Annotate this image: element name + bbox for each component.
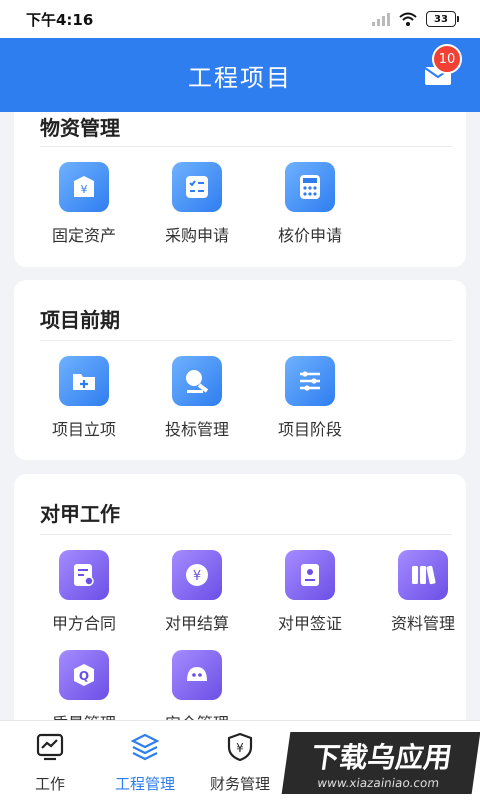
mail-button[interactable]: 10	[410, 38, 470, 112]
svg-text:¥: ¥	[81, 183, 88, 196]
grid-item-label: 项目阶段	[277, 420, 342, 439]
grid-item-label: 安全管理	[147, 710, 247, 720]
section-title: 对甲工作	[40, 502, 120, 526]
grid-item-client-contract[interactable]: 甲方合同	[34, 550, 134, 634]
nav-item-finance-management[interactable]: ¥ 财务管理	[190, 731, 290, 794]
watermark-url: www.xiazainiao.com	[316, 776, 441, 790]
status-icons: 33	[372, 11, 459, 27]
folder-plus-icon	[59, 356, 109, 406]
svg-text:¥: ¥	[193, 569, 201, 584]
grid-item-project-stage[interactable]: 项目阶段	[260, 356, 360, 440]
nav-item-project-management[interactable]: 工程管理	[95, 731, 195, 794]
wifi-icon	[399, 12, 417, 26]
grid-item-bidding[interactable]: 投标管理	[147, 356, 247, 440]
app-header: 工程项目 10	[0, 38, 480, 112]
signal-icon	[372, 12, 390, 26]
grid-item-price-request[interactable]: 核价申请	[260, 162, 360, 246]
section-title: 物资管理	[40, 116, 120, 140]
section-materials: 物资管理 ¥ 固定资产 采购申请 核价申请	[14, 112, 466, 267]
grid-item-label: 核价申请	[277, 226, 342, 245]
helmet-icon	[172, 650, 222, 700]
nav-label: 工程管理	[114, 775, 175, 793]
section-divider	[40, 146, 452, 147]
checklist-icon	[172, 162, 222, 212]
grid-item-client-visa[interactable]: 对甲签证	[260, 550, 360, 634]
nav-label: 工作	[34, 775, 65, 793]
grid-item-label: 投标管理	[164, 420, 229, 439]
layers-icon	[130, 733, 160, 761]
chart-monitor-icon	[36, 733, 64, 761]
grid-item-label: 对甲签证	[277, 614, 342, 633]
watermark-overlay: 下载乌应用 www.xiazainiao.com	[281, 732, 480, 794]
yen-shield-icon: ¥	[59, 162, 109, 212]
books-icon	[398, 550, 448, 600]
page-title: 工程项目	[188, 63, 292, 92]
grid-item-purchase-request[interactable]: 采购申请	[147, 162, 247, 246]
section-divider	[40, 534, 452, 535]
certificate-icon	[285, 550, 335, 600]
section-divider	[40, 340, 452, 341]
grid-item-label: 对甲结算	[164, 614, 229, 633]
grid-item-label: 项目立项	[51, 420, 116, 439]
hammer-icon	[172, 356, 222, 406]
section-pre-project: 项目前期 项目立项 投标管理 项目阶段	[14, 280, 466, 460]
grid-item-label: 资料管理	[390, 614, 455, 633]
grid-item-label: 甲方合同	[51, 614, 116, 633]
grid-item-safety-management[interactable]: 安全管理	[147, 650, 247, 720]
grid-item-project-approval[interactable]: 项目立项	[34, 356, 134, 440]
notification-badge: 10	[432, 44, 462, 74]
yen-circle-icon: ¥	[172, 550, 222, 600]
grid-item-quality-management[interactable]: Q 质量管理	[34, 650, 134, 720]
nav-item-work[interactable]: 工作	[0, 731, 100, 794]
status-time: 下午4:16	[26, 10, 94, 29]
grid-item-client-settlement[interactable]: ¥ 对甲结算	[147, 550, 247, 634]
quality-q-icon: Q	[59, 650, 109, 700]
nav-label: 财务管理	[209, 775, 270, 793]
svg-text:¥: ¥	[236, 741, 244, 755]
battery-indicator: 33	[426, 11, 459, 27]
grid-item-document-management[interactable]: 资料管理	[373, 550, 473, 634]
grid-item-label: 质量管理	[34, 710, 134, 720]
svg-text:Q: Q	[79, 669, 89, 683]
contract-icon	[59, 550, 109, 600]
status-bar: 下午4:16 33	[0, 0, 480, 38]
grid-item-label: 采购申请	[164, 226, 229, 245]
watermark-text: 下载乌应用	[309, 741, 455, 774]
sliders-icon	[285, 356, 335, 406]
grid-item-fixed-assets[interactable]: ¥ 固定资产	[34, 162, 134, 246]
section-client-work: 对甲工作 甲方合同 ¥ 对甲结算 对甲签证 资料管理 Q	[14, 474, 466, 720]
main-content[interactable]: 物资管理 ¥ 固定资产 采购申请 核价申请 项目前期 项目立项 投标管理 项目阶…	[0, 112, 480, 720]
grid-item-label: 固定资产	[51, 226, 116, 245]
calculator-icon	[285, 162, 335, 212]
yen-shield-icon: ¥	[227, 732, 253, 762]
section-title: 项目前期	[40, 308, 120, 332]
